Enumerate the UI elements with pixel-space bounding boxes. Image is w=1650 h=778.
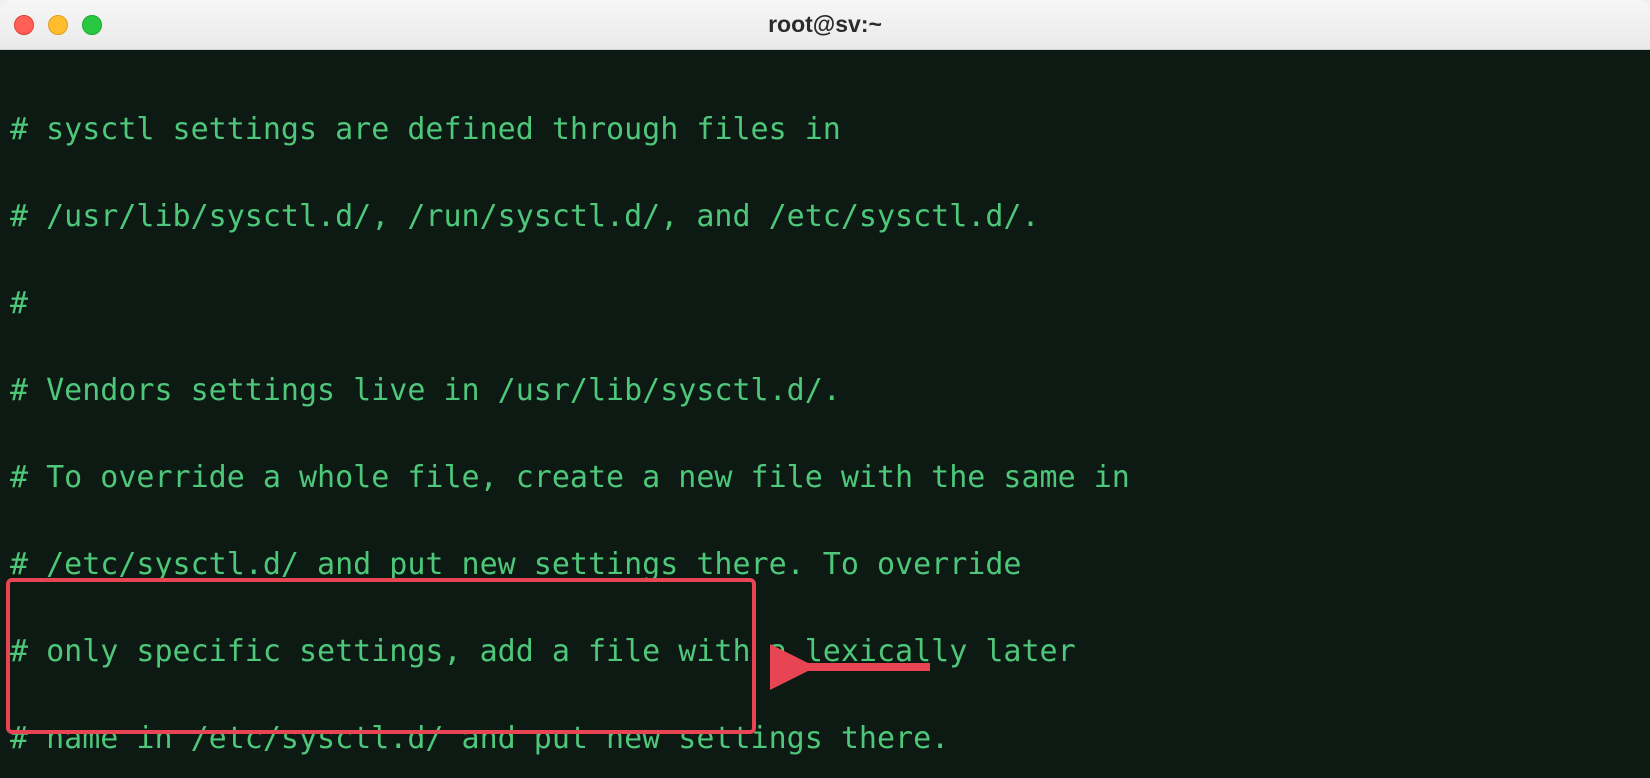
terminal-line: # sysctl settings are defined through fi… (10, 108, 1640, 152)
terminal-line: # Vendors settings live in /usr/lib/sysc… (10, 369, 1640, 413)
terminal-line: # /etc/sysctl.d/ and put new settings th… (10, 543, 1640, 587)
terminal-body[interactable]: # sysctl settings are defined through fi… (0, 50, 1650, 778)
terminal-line: # (10, 282, 1640, 326)
terminal-line: # only specific settings, add a file wit… (10, 630, 1640, 674)
traffic-lights (14, 15, 102, 35)
close-button[interactable] (14, 15, 34, 35)
maximize-button[interactable] (82, 15, 102, 35)
terminal-line: # /usr/lib/sysctl.d/, /run/sysctl.d/, an… (10, 195, 1640, 239)
minimize-button[interactable] (48, 15, 68, 35)
window-title: root@sv:~ (768, 11, 882, 38)
titlebar: root@sv:~ (0, 0, 1650, 50)
terminal-line: # To override a whole file, create a new… (10, 456, 1640, 500)
terminal-window: root@sv:~ # sysctl settings are defined … (0, 0, 1650, 778)
terminal-line: # name in /etc/sysctl.d/ and put new set… (10, 717, 1640, 761)
